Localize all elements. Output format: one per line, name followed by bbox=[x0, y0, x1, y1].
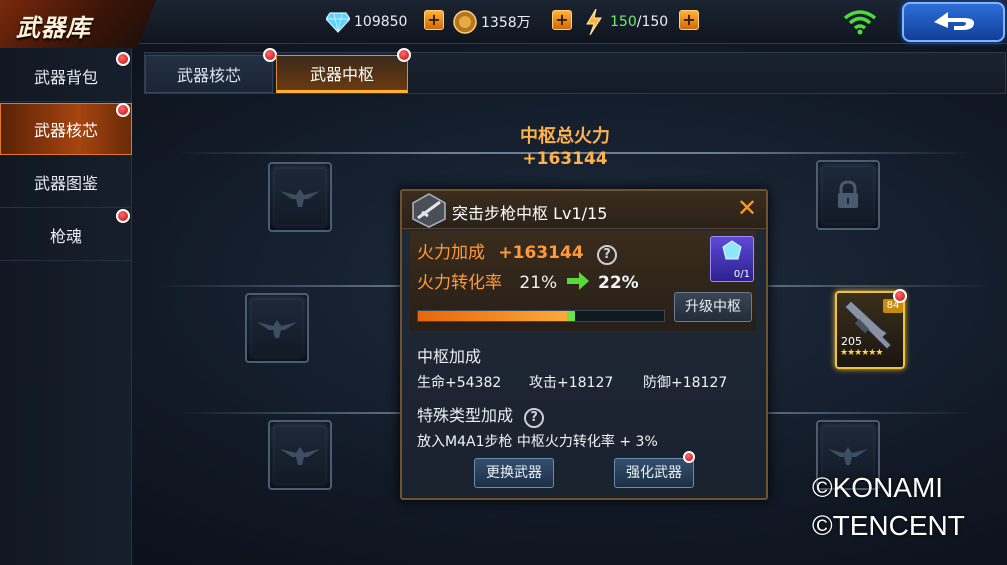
stat-attack: 攻击+18127 bbox=[529, 372, 613, 392]
stamina-amount: 150/150 bbox=[610, 14, 668, 30]
tab-weapon-core[interactable]: 武器核芯 bbox=[145, 55, 273, 93]
hub-total-firepower-label: 中枢总火力 bbox=[520, 126, 610, 147]
progress-tip bbox=[567, 311, 576, 321]
hub-detail-popup: 突击步枪中枢 Lv1/15 ✕ 火力加成 +163144 ? 火力转化率 21%… bbox=[400, 189, 768, 500]
conversion-rate-label: 火力转化率 bbox=[417, 273, 502, 293]
stamina-counter: 150/150 bbox=[582, 9, 668, 35]
stat-label: 防御 bbox=[643, 375, 671, 391]
stat-label: 生命 bbox=[417, 375, 445, 391]
notification-badge bbox=[116, 103, 130, 117]
equipped-weapon-card[interactable]: 84 205 ★★★★★★ bbox=[835, 291, 905, 369]
help-icon[interactable]: ? bbox=[597, 245, 618, 265]
gold-amount: 1358万 bbox=[481, 15, 531, 31]
empty-weapon-slot[interactable] bbox=[268, 420, 332, 490]
special-bonus-text: 放入M4A1步枪 中枢火力转化率 + 3% bbox=[417, 434, 658, 450]
copyright-tencent: ©TENCENT bbox=[812, 510, 965, 541]
sidebar-item-weapon-bag[interactable]: 武器背包 bbox=[0, 50, 132, 102]
notification-badge bbox=[893, 289, 907, 303]
gold-coin-icon bbox=[453, 10, 477, 34]
sidebar-item-label: 枪魂 bbox=[49, 226, 82, 246]
notification-badge bbox=[683, 451, 695, 463]
tab-label: 武器核芯 bbox=[176, 66, 241, 85]
sidebar-item-label: 武器核芯 bbox=[33, 121, 98, 140]
locked-weapon-slot[interactable] bbox=[816, 160, 880, 230]
special-bonus-row: 特殊类型加成 ? bbox=[417, 402, 545, 428]
add-diamonds-button[interactable]: + bbox=[424, 10, 444, 30]
conversion-rate-row: 火力转化率 21% 22% bbox=[417, 268, 639, 295]
material-count: 0/1 bbox=[733, 269, 750, 280]
close-icon[interactable]: ✕ bbox=[735, 196, 759, 221]
replace-weapon-button[interactable]: 更换武器 bbox=[474, 458, 554, 488]
notification-badge bbox=[116, 209, 130, 223]
empty-weapon-slot[interactable] bbox=[268, 162, 332, 232]
tab-weapon-hub[interactable]: 武器中枢 bbox=[276, 55, 408, 93]
enhance-weapon-button[interactable]: 强化武器 bbox=[614, 458, 694, 488]
diamond-icon bbox=[326, 10, 350, 34]
stamina-current: 150 bbox=[610, 14, 637, 30]
stat-value: +18127 bbox=[557, 375, 614, 391]
stat-hp: 生命+54382 bbox=[417, 372, 501, 392]
notification-badge bbox=[116, 52, 130, 66]
eagle-emblem-icon bbox=[280, 189, 320, 207]
sidebar-item-weapon-core[interactable]: 武器核芯 bbox=[0, 103, 132, 155]
upgrade-material-item[interactable]: 0/1 bbox=[710, 236, 754, 282]
hub-bonus-title: 中枢加成 bbox=[417, 347, 482, 366]
back-button[interactable] bbox=[902, 2, 1005, 42]
add-gold-button[interactable]: + bbox=[552, 10, 572, 30]
popup-level: Lv1/15 bbox=[553, 204, 608, 223]
sidebar-item-label: 武器背包 bbox=[33, 67, 98, 87]
help-icon[interactable]: ? bbox=[524, 408, 545, 428]
sidebar-item-gun-soul[interactable]: 枪魂 bbox=[0, 209, 132, 261]
rifle-hub-icon bbox=[410, 192, 448, 228]
progress-fill bbox=[418, 311, 576, 321]
lightning-icon bbox=[582, 9, 606, 35]
diamond-amount: 109850 bbox=[354, 14, 408, 30]
fire-bonus-row: 火力加成 +163144 ? bbox=[417, 238, 618, 265]
notification-badge bbox=[263, 48, 277, 62]
stat-value: +18127 bbox=[671, 375, 728, 391]
game-screen: 武器库 109850 + 1358万 + 150/150 + 武器背包 武器核芯… bbox=[0, 0, 1007, 565]
popup-title-text: 突击步枪中枢 bbox=[452, 204, 549, 223]
eagle-emblem-icon bbox=[257, 320, 297, 338]
page-title: 武器库 bbox=[16, 14, 91, 42]
weapon-stars: ★★★★★★ bbox=[840, 348, 883, 358]
weapon-power: 205 bbox=[841, 335, 862, 348]
notification-badge bbox=[397, 48, 411, 62]
upgrade-progress-bar bbox=[417, 310, 665, 322]
popup-header: 突击步枪中枢 Lv1/15 ✕ bbox=[402, 191, 766, 229]
sidebar-item-label: 武器图鉴 bbox=[33, 173, 98, 193]
stat-value: +54382 bbox=[445, 375, 502, 391]
back-arrow-icon bbox=[934, 12, 974, 30]
wifi-icon bbox=[843, 9, 877, 35]
popup-title: 突击步枪中枢 Lv1/15 bbox=[452, 200, 607, 224]
tab-label: 武器中枢 bbox=[309, 65, 374, 84]
crystal-material-icon bbox=[722, 240, 742, 260]
stat-label: 攻击 bbox=[529, 375, 557, 391]
eagle-emblem-icon bbox=[280, 447, 320, 465]
copyright-konami: ©KONAMI bbox=[812, 472, 944, 503]
special-bonus-title: 特殊类型加成 bbox=[417, 406, 514, 425]
slot-inner bbox=[252, 300, 302, 356]
slot-inner bbox=[275, 427, 325, 483]
stat-defense: 防御+18127 bbox=[643, 372, 727, 392]
diamond-counter: 109850 bbox=[326, 9, 407, 35]
lock-icon bbox=[838, 180, 858, 208]
slot-inner bbox=[275, 169, 325, 225]
empty-weapon-slot[interactable] bbox=[245, 293, 309, 363]
arrow-right-icon bbox=[566, 271, 589, 295]
sidebar-item-weapon-codex[interactable]: 武器图鉴 bbox=[0, 156, 132, 208]
slot-inner bbox=[823, 167, 873, 223]
upgrade-hub-button[interactable]: 升级中枢 bbox=[674, 292, 752, 322]
gold-counter: 1358万 bbox=[453, 9, 531, 35]
fire-bonus-label: 火力加成 bbox=[417, 243, 485, 263]
conversion-rate-current: 21% bbox=[519, 273, 558, 293]
stamina-max: /150 bbox=[636, 14, 669, 30]
fire-bonus-value: +163144 bbox=[498, 243, 584, 263]
add-stamina-button[interactable]: + bbox=[679, 10, 699, 30]
hub-total-firepower-value: +163144 bbox=[522, 149, 608, 169]
conversion-rate-next: 22% bbox=[598, 273, 639, 293]
eagle-emblem-icon bbox=[828, 447, 868, 465]
